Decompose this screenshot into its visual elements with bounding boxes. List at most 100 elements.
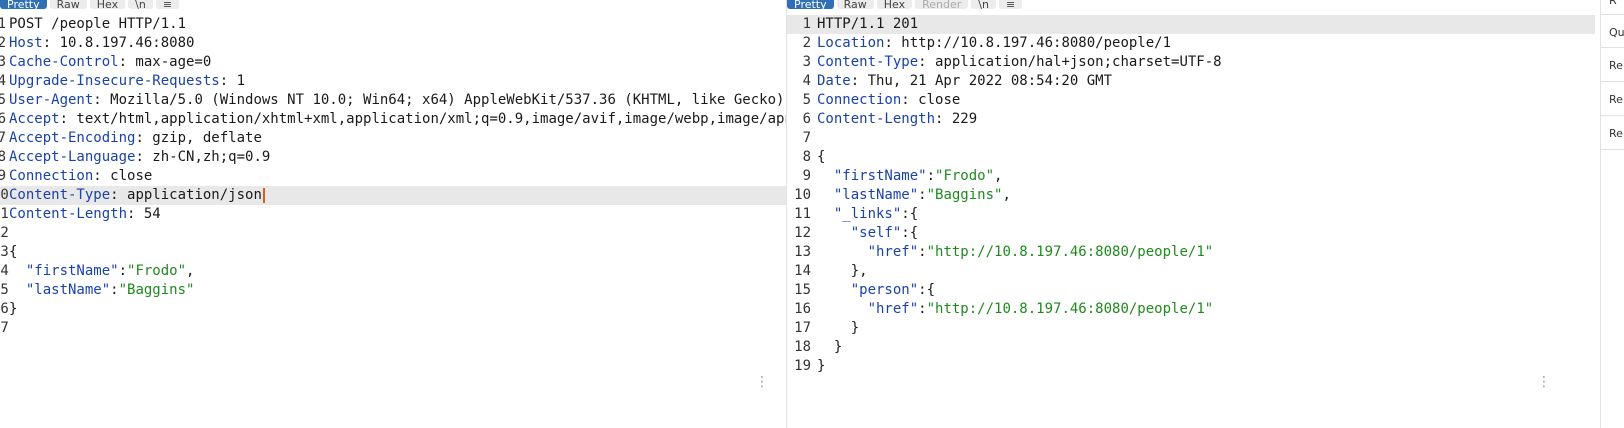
response-view-tab[interactable]: ≡ (998, 0, 1023, 9)
code-text: { (9, 243, 17, 262)
json-string: "http://10.8.197.46:8080/people/1" (926, 301, 1214, 317)
line-number: 5 (802, 92, 811, 108)
code-token: : (118, 263, 128, 279)
json-key: "firstName" (25, 263, 119, 279)
response-drag-handle-icon[interactable]: ⋮ (1537, 375, 1551, 389)
inspector-item[interactable]: Qu (1609, 26, 1624, 39)
line-number: 9 (0, 168, 6, 184)
line-number: 5 (0, 92, 6, 108)
code-token: : 229 (935, 111, 978, 127)
line-number: 14 (0, 263, 9, 279)
code-text: "_links":{ (817, 205, 918, 224)
response-view-tab[interactable]: Raw (836, 0, 874, 9)
code-token: : 10.8.197.46:8080 (42, 35, 195, 51)
code-token: : max-age=0 (118, 54, 212, 70)
inspector-panel: R Qu Re Re Re (1600, 0, 1624, 428)
request-code-line: 3 Cache-Control: max-age=0 (0, 53, 786, 72)
response-code-line: 19} (787, 357, 1595, 376)
code-token: : 54 (127, 206, 161, 222)
response-code-line: 1 HTTP/1.1 201 (787, 15, 1595, 34)
request-view-tab[interactable]: ≡ (155, 0, 180, 9)
response-editor[interactable]: 1 HTTP/1.1 201 2 Location: http://10.8.197.… (787, 15, 1595, 428)
code-token: HTTP/1.1 201 (817, 16, 919, 32)
response-view-tab[interactable]: \n (971, 0, 996, 9)
line-number: 9 (802, 168, 811, 184)
header-name: Location (817, 35, 885, 51)
request-code-line: 9 Connection: close (0, 167, 786, 186)
line-number: 2 (0, 35, 6, 51)
code-token: } (817, 339, 843, 355)
request-code-line: 5 User-Agent: Mozilla/5.0 (Windows NT 10.… (0, 91, 786, 110)
header-name: Content-Type (9, 187, 111, 203)
json-key: "_links" (833, 206, 902, 222)
json-string: "Frodo" (127, 263, 187, 279)
json-string: "http://10.8.197.46:8080/people/1" (926, 244, 1214, 260)
json-key: "person" (850, 282, 919, 298)
code-text: Cache-Control: max-age=0 (9, 53, 211, 72)
line-number: 12 (0, 225, 9, 241)
json-string: "Baggins" (118, 282, 195, 298)
code-text: { (817, 148, 825, 167)
request-view-tab[interactable]: \n (128, 0, 153, 9)
inspector-item[interactable]: Re (1609, 127, 1623, 140)
response-view-tab[interactable]: Hex (876, 0, 913, 9)
code-token: : 1 (219, 73, 246, 89)
request-code-line: 11Content-Length: 54 (0, 205, 786, 224)
json-key: "self" (850, 225, 902, 241)
request-pane: Pretty Raw Hex \n ≡ 1 POST /people HTTP/1.1 2 H… (0, 0, 786, 428)
code-token: }, (817, 263, 868, 279)
line-number: 7 (0, 130, 6, 146)
code-token: POST /people HTTP/1.1 (9, 16, 187, 32)
line-number: 17 (794, 320, 811, 336)
header-name: Connection (9, 168, 94, 184)
code-text: "self":{ (817, 224, 918, 243)
inspector-divider (1601, 81, 1624, 82)
json-key: "lastName" (833, 187, 919, 203)
response-pane: Pretty Raw Hex Render \n ≡ 1 HTTP/1.1 201 2 Loca… (786, 0, 1595, 428)
code-token: : Mozilla/5.0 (Windows NT 10.0; Win64; x… (93, 92, 786, 108)
code-text: Location: http://10.8.197.46:8080/people… (817, 34, 1171, 53)
inspector-item[interactable]: R (1609, 0, 1617, 7)
response-code-line: 15 "person":{ (787, 281, 1595, 300)
code-token: :{ (901, 225, 919, 241)
code-token: : (926, 168, 936, 184)
line-number: 10 (0, 187, 9, 203)
code-token: , (186, 263, 195, 279)
request-drag-handle-icon[interactable]: ⋮ (755, 375, 769, 389)
line-number: 16 (0, 301, 9, 317)
request-code-line: 6 Accept: text/html,application/xhtml+xml… (0, 110, 786, 129)
request-view-tab[interactable]: Raw (49, 0, 87, 9)
code-text: "firstName":"Frodo", (817, 167, 1003, 186)
code-text: "firstName":"Frodo", (9, 262, 195, 281)
inspector-divider (1601, 149, 1624, 150)
response-code-line: 16 "href":"http://10.8.197.46:8080/peopl… (787, 300, 1595, 319)
code-text: Accept-Language: zh-CN,zh;q=0.9 (9, 148, 270, 167)
request-code-line: 4 Upgrade-Insecure-Requests: 1 (0, 72, 786, 91)
code-token: } (817, 320, 860, 336)
request-view-tab[interactable]: Hex (89, 0, 126, 9)
line-number: 7 (802, 130, 811, 146)
response-code-line: 6 Content-Length: 229 (787, 110, 1595, 129)
header-name: Accept-Language (9, 149, 136, 165)
code-text: Content-Type: application/json (9, 186, 265, 205)
line-number: 15 (794, 282, 811, 298)
inspector-item[interactable]: Re (1609, 93, 1623, 106)
line-number: 17 (0, 320, 9, 336)
code-text: Content-Type: application/hal+json;chars… (817, 53, 1222, 72)
response-view-tab[interactable]: Render (915, 0, 969, 9)
request-view-tab[interactable]: Pretty (0, 0, 47, 9)
header-name: Accept-Encoding (9, 130, 136, 146)
json-key: "href" (867, 301, 919, 317)
code-token: , (1002, 187, 1011, 203)
response-code-line: 18 } (787, 338, 1595, 357)
request-code-line: 17 (0, 319, 786, 338)
inspector-item[interactable]: Re (1609, 59, 1623, 72)
response-view-tabs: Pretty Raw Hex Render \n ≡ (787, 0, 1025, 9)
request-editor[interactable]: 1 POST /people HTTP/1.1 2 Host: 10.8.197.46… (0, 15, 786, 428)
response-view-tab[interactable]: Pretty (787, 0, 834, 9)
